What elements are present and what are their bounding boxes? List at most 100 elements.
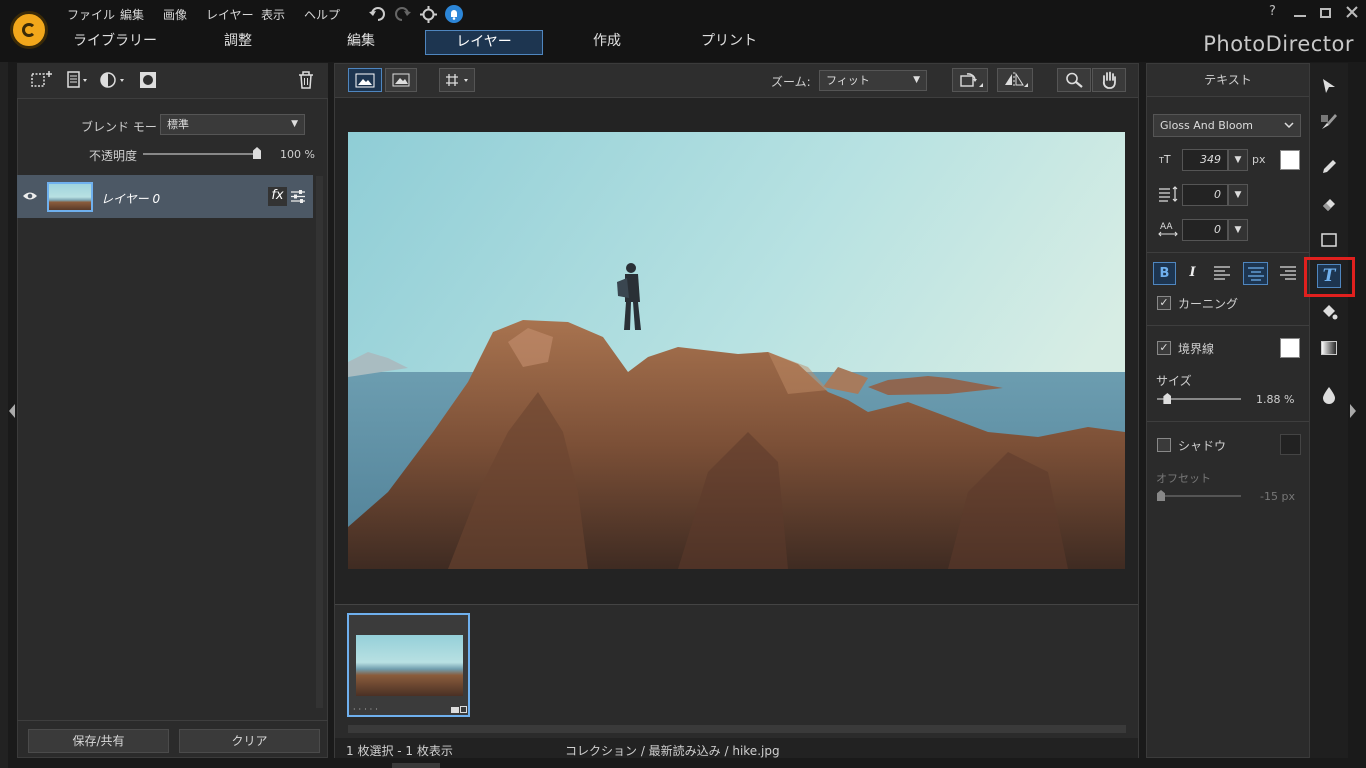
minimize-button[interactable] bbox=[1294, 15, 1306, 17]
menu-file[interactable]: ファイル bbox=[67, 6, 115, 23]
restore-button[interactable] bbox=[1320, 8, 1331, 18]
collapse-left-icon[interactable] bbox=[8, 404, 16, 418]
char-spacing-icon: AA bbox=[1158, 221, 1178, 237]
line-spacing-dropdown[interactable]: ▼ bbox=[1228, 184, 1248, 206]
font-select[interactable]: Gloss And Bloom bbox=[1153, 114, 1301, 137]
kerning-checkbox[interactable]: ✓ bbox=[1157, 296, 1171, 310]
border-label: 境界線 bbox=[1178, 342, 1215, 356]
shadow-label: シャドウ bbox=[1178, 439, 1227, 453]
gradient-icon[interactable] bbox=[1315, 334, 1343, 362]
layer-thumbnail bbox=[47, 182, 93, 212]
chevron-down-icon: ▼ bbox=[291, 119, 298, 129]
bold-button[interactable]: B bbox=[1153, 262, 1176, 285]
rectangle-icon[interactable] bbox=[1315, 226, 1343, 254]
menu-edit[interactable]: 編集 bbox=[120, 6, 144, 23]
align-right-icon[interactable] bbox=[1279, 265, 1297, 281]
font-size-dropdown[interactable]: ▼ bbox=[1228, 149, 1248, 171]
font-size-input[interactable]: 349 bbox=[1182, 149, 1228, 171]
shadow-color-swatch[interactable] bbox=[1280, 434, 1301, 455]
undo-icon[interactable] bbox=[368, 6, 386, 22]
border-checkbox[interactable]: ✓ bbox=[1157, 341, 1171, 355]
mask-icon[interactable] bbox=[139, 71, 157, 89]
file-path: コレクション / 最新読み込み / hike.jpg bbox=[565, 744, 780, 758]
add-layer-icon[interactable] bbox=[31, 71, 53, 89]
tab-print[interactable]: プリント bbox=[674, 30, 784, 55]
grid-toggle-button[interactable] bbox=[439, 68, 475, 92]
font-value: Gloss And Bloom bbox=[1160, 119, 1254, 132]
char-spacing-dropdown[interactable]: ▼ bbox=[1228, 219, 1248, 241]
brush-icon[interactable] bbox=[1315, 107, 1343, 135]
fx-button[interactable]: fx bbox=[268, 187, 287, 206]
menu-view[interactable]: 表示 bbox=[261, 6, 285, 23]
hand-icon[interactable] bbox=[1092, 68, 1126, 92]
align-center-icon[interactable] bbox=[1243, 262, 1268, 285]
filmstrip-item[interactable]: ····· bbox=[347, 613, 470, 717]
help-button[interactable]: ? bbox=[1269, 4, 1276, 19]
tab-library[interactable]: ライブラリー bbox=[60, 30, 170, 55]
zoom-select[interactable]: フィット ▼ bbox=[819, 70, 927, 91]
chevron-down-icon bbox=[1284, 120, 1294, 130]
layer-name[interactable]: レイヤー 0 bbox=[101, 190, 160, 207]
close-button[interactable] bbox=[1345, 5, 1359, 19]
panel-title: テキスト bbox=[1147, 64, 1309, 97]
save-share-button[interactable]: 保存/共有 bbox=[28, 729, 169, 753]
blend-mode-select[interactable]: 標準 ▼ bbox=[160, 114, 305, 135]
compare-view-button[interactable] bbox=[385, 68, 417, 92]
clear-button[interactable]: クリア bbox=[179, 729, 320, 753]
text-color-swatch[interactable] bbox=[1280, 150, 1300, 170]
tab-edit[interactable]: 編集 bbox=[306, 30, 416, 55]
divider bbox=[1147, 325, 1309, 326]
notification-icon[interactable] bbox=[445, 5, 463, 23]
selection-status: 1 枚選択 - 1 枚表示 bbox=[346, 744, 453, 758]
paint-bucket-icon[interactable] bbox=[1315, 298, 1343, 326]
offset-label: オフセット bbox=[1156, 472, 1211, 485]
eye-icon[interactable] bbox=[22, 190, 38, 202]
menu-layer[interactable]: レイヤー bbox=[206, 6, 254, 23]
redo-icon[interactable] bbox=[394, 6, 412, 22]
tab-create[interactable]: 作成 bbox=[552, 30, 662, 55]
rotate-button[interactable] bbox=[952, 68, 988, 92]
left-collapse-strip[interactable] bbox=[0, 62, 8, 768]
blend-mode-value: 標準 bbox=[167, 118, 189, 131]
adjustment-layer-icon[interactable] bbox=[100, 71, 128, 89]
border-color-swatch[interactable] bbox=[1280, 338, 1300, 358]
align-left-icon[interactable] bbox=[1213, 265, 1231, 281]
collapse-right-icon[interactable] bbox=[1349, 404, 1357, 418]
menu-help[interactable]: ヘルプ bbox=[304, 6, 340, 23]
divider bbox=[1147, 252, 1309, 253]
bottom-handle[interactable] bbox=[392, 763, 440, 768]
tab-adjust[interactable]: 調整 bbox=[183, 30, 293, 55]
menu-image[interactable]: 画像 bbox=[163, 6, 187, 23]
italic-button[interactable]: I bbox=[1181, 262, 1204, 285]
single-view-button[interactable] bbox=[348, 68, 382, 92]
flag-icon bbox=[451, 707, 459, 713]
layers-scrollbar[interactable] bbox=[316, 176, 323, 708]
layer-menu-icon[interactable] bbox=[67, 71, 91, 89]
flip-button[interactable] bbox=[997, 68, 1033, 92]
canvas-photo[interactable] bbox=[348, 132, 1125, 569]
shadow-checkbox[interactable] bbox=[1157, 438, 1171, 452]
opacity-slider-track[interactable] bbox=[143, 153, 259, 155]
tab-layer[interactable]: レイヤー bbox=[425, 30, 543, 55]
layers-toolbar bbox=[17, 63, 328, 99]
gear-icon[interactable] bbox=[420, 6, 437, 23]
app-logo bbox=[10, 11, 48, 49]
opacity-value: 100 % bbox=[280, 148, 315, 161]
opacity-label: 不透明度 bbox=[89, 149, 138, 163]
chevron-down-icon: ▼ bbox=[913, 75, 920, 85]
filmstrip-scrollbar[interactable] bbox=[348, 725, 1126, 733]
zoom-icon[interactable] bbox=[1057, 68, 1091, 92]
offset-value: -15 px bbox=[1260, 490, 1295, 503]
water-drop-icon[interactable] bbox=[1315, 381, 1343, 409]
text-tool-icon[interactable]: T bbox=[1317, 264, 1341, 288]
line-spacing-input[interactable]: 0 bbox=[1182, 184, 1228, 206]
layers-panel bbox=[17, 63, 328, 758]
trash-icon[interactable] bbox=[298, 71, 314, 89]
layer-properties-icon[interactable] bbox=[290, 189, 306, 204]
char-spacing-input[interactable]: 0 bbox=[1182, 219, 1228, 241]
select-arrow-icon[interactable] bbox=[1315, 72, 1343, 100]
pencil-icon[interactable] bbox=[1315, 153, 1343, 181]
zoom-value: フィット bbox=[826, 74, 870, 87]
filmstrip-thumbnail bbox=[356, 635, 463, 696]
eraser-icon[interactable] bbox=[1315, 189, 1343, 217]
